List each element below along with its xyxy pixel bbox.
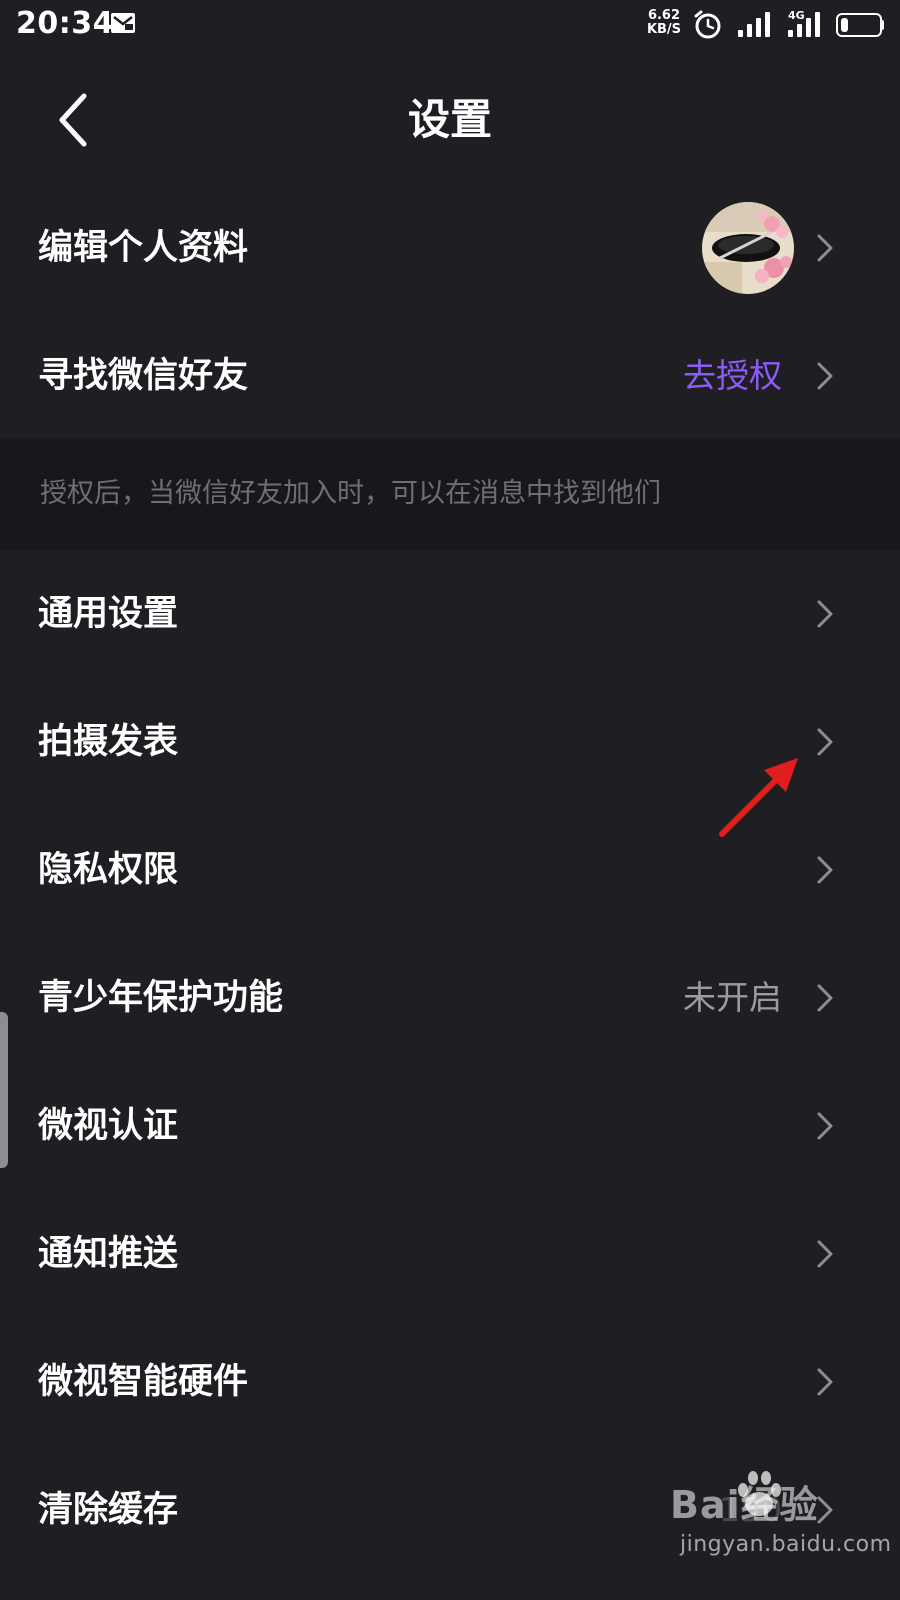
chevron-right-icon: [817, 234, 833, 262]
settings-row-find-wechat-friends[interactable]: 寻找微信好友 去授权: [0, 312, 900, 440]
settings-row-youth-protection[interactable]: 青少年保护功能 未开启: [0, 934, 900, 1062]
chevron-right-icon: [817, 600, 833, 628]
chevron-right-icon: [817, 362, 833, 390]
settings-screen: 20:34 6.62 KB/S 4G 20 设置 编辑个人资料 寻找微信好友 去…: [0, 0, 900, 1600]
battery-cap: [881, 20, 884, 30]
status-time: 20:34: [16, 6, 114, 41]
row-label: 寻找微信好友: [38, 356, 249, 396]
message-icon: [111, 13, 135, 33]
row-label: 微视智能硬件: [38, 1362, 249, 1402]
edge-drag-handle[interactable]: [0, 1012, 8, 1168]
profile-avatar: [702, 202, 794, 294]
settings-row-shooting-publishing[interactable]: 拍摄发表: [0, 678, 900, 806]
chevron-right-icon: [817, 1496, 833, 1524]
wechat-hint-band: 授权后，当微信好友加入时，可以在消息中找到他们: [0, 438, 900, 550]
chevron-right-icon: [817, 856, 833, 884]
settings-row-smart-hardware[interactable]: 微视智能硬件: [0, 1318, 900, 1446]
network-speed-unit: KB/S: [646, 22, 682, 37]
cache-size: 150: [719, 1490, 782, 1529]
settings-row-edit-profile[interactable]: 编辑个人资料: [0, 184, 900, 312]
back-button[interactable]: [44, 88, 104, 152]
status-bar: 20:34 6.62 KB/S 4G 20: [0, 0, 900, 52]
row-label: 拍摄发表: [38, 722, 179, 762]
chevron-right-icon: [817, 728, 833, 756]
settings-row-notifications[interactable]: 通知推送: [0, 1190, 900, 1318]
row-label: 青少年保护功能: [38, 978, 284, 1018]
chevron-right-icon: [817, 1240, 833, 1268]
network-speed-value: 6.62: [647, 8, 681, 23]
youth-protection-status: 未开启: [683, 978, 782, 1017]
authorize-link[interactable]: 去授权: [683, 312, 782, 440]
row-label: 隐私权限: [38, 850, 179, 890]
row-label: 微视认证: [38, 1106, 179, 1146]
row-label: 清除缓存: [38, 1490, 179, 1530]
chevron-right-icon: [817, 984, 833, 1012]
row-label: 编辑个人资料: [38, 228, 249, 268]
settings-row-general[interactable]: 通用设置: [0, 550, 900, 678]
page-title: 设置: [407, 95, 492, 144]
row-label: 通用设置: [38, 594, 179, 634]
settings-row-clear-cache[interactable]: 清除缓存 150: [0, 1446, 900, 1574]
settings-row-verification[interactable]: 微视认证: [0, 1062, 900, 1190]
signal-icon: [738, 12, 770, 37]
alarm-icon: [694, 10, 721, 39]
row-label: 通知推送: [38, 1234, 179, 1274]
wechat-hint-text: 授权后，当微信好友加入时，可以在消息中找到他们: [40, 478, 661, 509]
settings-row-privacy[interactable]: 隐私权限: [0, 806, 900, 934]
battery-level: 20: [847, 16, 869, 34]
battery-indicator: 20: [836, 13, 884, 37]
header: 设置: [0, 70, 900, 170]
chevron-right-icon: [817, 1112, 833, 1140]
signal-4g-icon: [788, 12, 820, 37]
network-speed: 6.62 KB/S: [644, 9, 684, 37]
chevron-right-icon: [817, 1368, 833, 1396]
